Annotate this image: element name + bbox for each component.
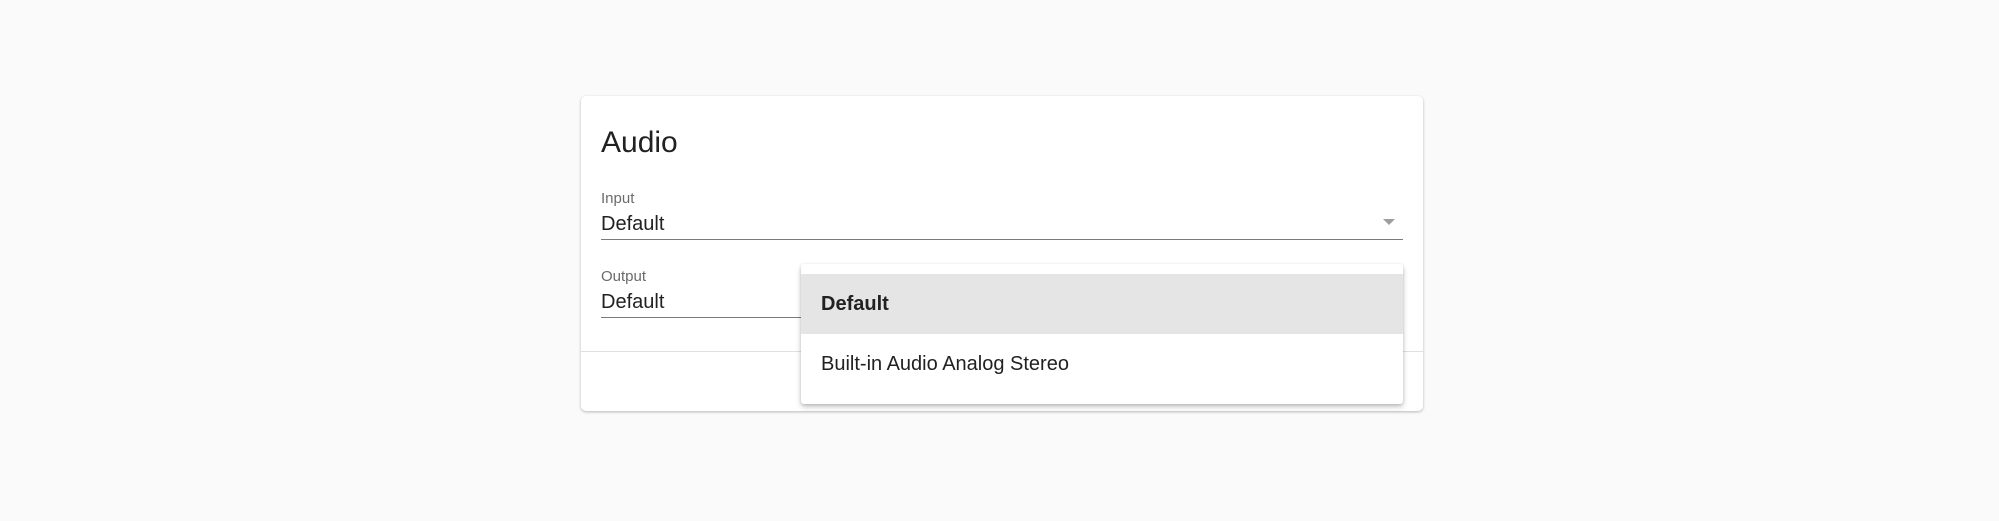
menu-item-built-in-audio-analog-stereo[interactable]: Built-in Audio Analog Stereo bbox=[801, 334, 1403, 394]
card-title: Audio bbox=[601, 126, 678, 159]
input-value: Default bbox=[601, 213, 665, 235]
output-options-menu: Default Built-in Audio Analog Stereo bbox=[801, 264, 1403, 404]
input-underline bbox=[601, 239, 1403, 240]
output-label: Output bbox=[601, 268, 647, 285]
input-select[interactable]: Input Default bbox=[601, 191, 1403, 243]
output-value: Default bbox=[601, 291, 665, 313]
menu-item-default[interactable]: Default bbox=[801, 274, 1403, 334]
input-label: Input bbox=[601, 190, 635, 207]
dropdown-arrow-icon[interactable] bbox=[1383, 219, 1395, 225]
